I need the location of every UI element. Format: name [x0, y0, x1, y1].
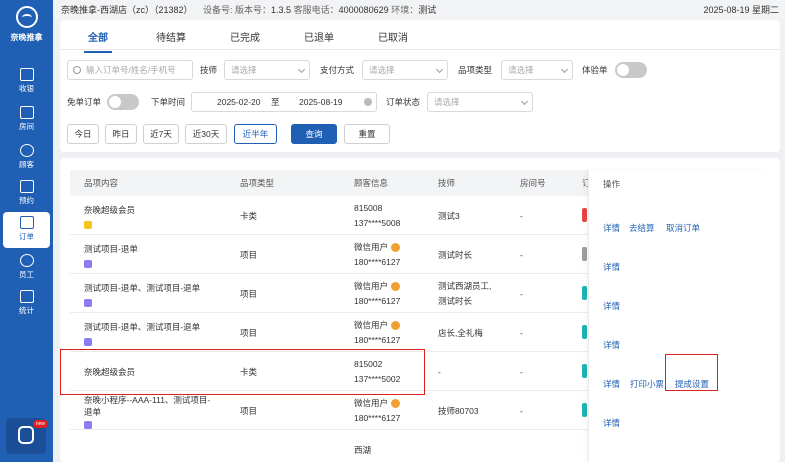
status-indicator [582, 403, 587, 417]
detail-link[interactable]: 详情 [603, 378, 620, 390]
highlight-box-commission [665, 354, 718, 391]
item-tag-icon [84, 299, 92, 307]
sidebar-item-cashier[interactable]: 收银 [3, 64, 50, 100]
detail-link[interactable]: 详情 [603, 339, 620, 351]
sidebar-item-customers[interactable]: 顾客 [3, 140, 50, 176]
col-actions: 操作 [603, 179, 621, 189]
trial-label: 体验单 [582, 65, 608, 75]
home-icon [19, 106, 34, 119]
brand-s-icon [18, 426, 34, 444]
item-tag-icon [84, 421, 92, 429]
item-type-select[interactable]: 请选择 [501, 60, 573, 80]
status-indicator [582, 286, 587, 300]
trial-toggle[interactable] [615, 62, 647, 78]
order-status-select[interactable]: 请选择 [427, 92, 533, 112]
chart-icon [19, 290, 34, 303]
current-date: 2025-08-19 星期二 [703, 5, 779, 15]
col-customer: 顾客信息 [354, 178, 389, 188]
device-meta: 设备号: 版本号：1.3.5 客服电话：4000080629 环境：测试 [203, 5, 437, 15]
chevron-down-icon [297, 65, 306, 74]
date-range-picker[interactable]: 2025-02-20 至 2025-08-19 [191, 92, 377, 112]
sidebar-item-staff[interactable]: 员工 [3, 250, 50, 286]
reset-button[interactable]: 重置 [344, 124, 390, 144]
card-tag-icon [84, 221, 92, 229]
sidebar: 奈晚推拿 收银 房间 顾客 预约 订单 员工 统计 new [0, 0, 53, 462]
order-tabs: 全部 待结算 已完成 已退单 已取消 [60, 20, 780, 53]
payment-select[interactable]: 请选择 [362, 60, 448, 80]
detail-link[interactable]: 详情 [603, 417, 620, 429]
quick-yesterday-button[interactable]: 昨日 [105, 124, 137, 144]
query-button[interactable]: 查询 [291, 124, 337, 144]
logo-text: 奈晚推拿 [10, 33, 43, 42]
tab-all[interactable]: 全部 [84, 29, 112, 53]
store-name: 奈晚推拿-西湖店（zc）（21382） [61, 5, 193, 15]
orders-table: 品项内容 品项类型 顾客信息 技师 房间号 订 奈晚超级会员 卡类 815008… [60, 158, 780, 462]
chevron-down-icon [560, 65, 569, 74]
wechat-badge-icon [391, 282, 401, 292]
app-switch-button[interactable]: new [6, 418, 48, 454]
status-indicator [582, 364, 587, 378]
order-time-label: 下单时间 [151, 97, 186, 107]
sidebar-item-orders[interactable]: 订单 [3, 212, 50, 248]
technician-select[interactable]: 请选择 [224, 60, 310, 80]
actions-column: 操作 详情 去结算 取消订单 详情 详情 详情 详情 打印小票 提成设置 详情 [588, 170, 770, 462]
wechat-badge-icon [391, 399, 401, 409]
monitor-icon [19, 68, 34, 81]
quick-30days-button[interactable]: 近30天 [185, 124, 227, 144]
sidebar-item-rooms[interactable]: 房间 [3, 102, 50, 138]
print-receipt-link[interactable]: 打印小票 [630, 378, 664, 390]
col-technician: 技师 [438, 178, 456, 188]
item-tag-icon [84, 260, 92, 268]
col-item: 品项内容 [84, 178, 119, 188]
payment-label: 支付方式 [320, 65, 355, 75]
cancel-order-link[interactable]: 取消订单 [666, 222, 700, 234]
detail-link[interactable]: 详情 [603, 261, 620, 273]
quick-7days-button[interactable]: 近7天 [143, 124, 179, 144]
chevron-down-icon [520, 97, 529, 106]
col-room: 房间号 [520, 178, 546, 188]
staff-icon [19, 254, 34, 267]
order-status-label: 订单状态 [386, 97, 421, 107]
search-icon [73, 66, 81, 74]
highlight-box-row [60, 349, 425, 395]
status-indicator [582, 325, 587, 339]
new-badge: new [32, 420, 48, 428]
tab-pending[interactable]: 待结算 [156, 29, 186, 44]
detail-link[interactable]: 详情 [603, 300, 620, 312]
user-icon [19, 144, 34, 157]
top-status-bar: 奈晚推拿-西湖店（zc）（21382） 设备号: 版本号：1.3.5 客服电话：… [53, 0, 785, 20]
wechat-badge-icon [391, 243, 401, 253]
free-order-label: 免单订单 [67, 97, 102, 107]
sidebar-item-booking[interactable]: 预约 [3, 176, 50, 212]
col-type: 品项类型 [240, 178, 275, 188]
status-indicator [582, 247, 587, 261]
quick-today-button[interactable]: 今日 [67, 124, 99, 144]
tab-completed[interactable]: 已完成 [230, 29, 260, 44]
technician-label: 技师 [200, 65, 218, 75]
settle-link[interactable]: 去结算 [629, 222, 655, 234]
detail-link[interactable]: 详情 [603, 222, 620, 234]
search-input[interactable]: 输入订单号/姓名/手机号 [67, 60, 193, 80]
chevron-down-icon [435, 65, 444, 74]
calendar-clock-icon [19, 180, 34, 193]
wechat-badge-icon [391, 321, 401, 331]
free-order-toggle[interactable] [107, 94, 139, 110]
filter-panel: 全部 待结算 已完成 已退单 已取消 输入订单号/姓名/手机号 技师 请选择 支… [60, 20, 780, 152]
sidebar-item-stats[interactable]: 统计 [3, 286, 50, 322]
quick-half-year-button[interactable]: 近半年 [234, 124, 277, 144]
order-icon [19, 216, 34, 229]
logo-icon [15, 6, 38, 28]
tab-refunded[interactable]: 已退单 [304, 29, 334, 44]
item-tag-icon [84, 338, 92, 346]
clear-icon[interactable] [364, 98, 372, 106]
status-indicator [582, 208, 587, 222]
item-type-label: 品项类型 [458, 65, 493, 75]
tab-cancelled[interactable]: 已取消 [378, 29, 408, 44]
app-logo: 奈晚推拿 [0, 4, 53, 52]
